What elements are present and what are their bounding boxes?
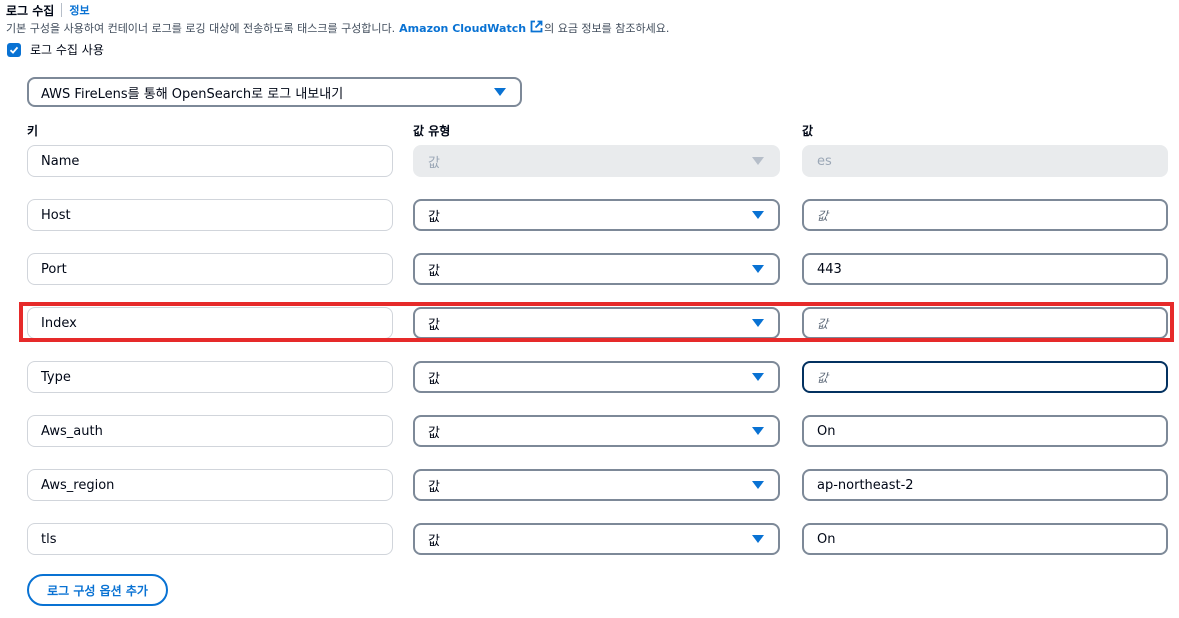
column-header-value-type: 값 유형 (413, 124, 451, 138)
log-collection-label: 로그 수집 사용 (30, 43, 104, 57)
value-type-text: 값 (428, 209, 440, 225)
value-input-port[interactable]: 443 (802, 253, 1168, 285)
value-text: On (817, 423, 836, 439)
value-placeholder: 값 (817, 316, 829, 331)
value-type-text: 값 (428, 317, 440, 333)
key-text: Aws_region (41, 477, 115, 493)
key-text: Type (41, 369, 71, 385)
value-type-select-type[interactable]: 값 (413, 361, 780, 393)
section-description: 기본 구성을 사용하여 컨테이너 로그를 로깅 대상에 전송하도록 태스크를 구… (6, 20, 669, 36)
value-type-select-aws-auth[interactable]: 값 (413, 415, 780, 447)
key-input-port[interactable]: Port (27, 253, 393, 285)
value-type-text: 값 (428, 533, 440, 549)
value-text: es (817, 153, 832, 169)
value-input-tls[interactable]: On (802, 523, 1168, 555)
log-collection-checkbox-row[interactable]: 로그 수집 사용 (7, 41, 104, 58)
value-text: ap-northeast-2 (817, 477, 914, 493)
value-type-select-tls[interactable]: 값 (413, 523, 780, 555)
caret-down-icon (752, 535, 764, 543)
caret-down-icon (752, 211, 764, 219)
value-type-text: 값 (428, 155, 440, 171)
caret-down-icon (494, 88, 506, 96)
value-text: 443 (817, 261, 842, 277)
description-prefix: 기본 구성을 사용하여 컨테이너 로그를 로깅 대상에 전송하도록 태스크를 구… (6, 22, 396, 35)
key-text: tls (41, 531, 57, 547)
column-header-value: 값 (802, 124, 814, 138)
log-collection-checkbox[interactable] (7, 42, 21, 57)
value-type-select-port[interactable]: 값 (413, 253, 780, 285)
key-text: Aws_auth (41, 423, 103, 439)
key-input-name[interactable]: Name (27, 145, 393, 177)
caret-down-icon (752, 157, 764, 165)
key-text: Host (41, 207, 71, 223)
caret-down-icon (752, 481, 764, 489)
value-type-text: 값 (428, 425, 440, 441)
caret-down-icon (752, 373, 764, 381)
value-placeholder: 값 (817, 208, 829, 223)
value-placeholder: 값 (817, 370, 829, 385)
value-input-host[interactable]: 값 (802, 199, 1168, 231)
column-header-key: 키 (27, 124, 39, 138)
value-type-select-aws-region[interactable]: 값 (413, 469, 780, 501)
value-input-aws-auth[interactable]: On (802, 415, 1168, 447)
key-input-type[interactable]: Type (27, 361, 393, 393)
description-suffix: 의 요금 정보를 참조하세요. (544, 22, 670, 35)
value-input-index[interactable]: 값 (802, 307, 1168, 339)
key-input-tls[interactable]: tls (27, 523, 393, 555)
log-destination-value: AWS FireLens를 통해 OpenSearch로 로그 내보내기 (41, 86, 344, 102)
value-input-name: es (802, 145, 1168, 177)
key-input-index[interactable]: Index (27, 307, 393, 339)
value-text: On (817, 531, 836, 547)
key-text: Port (41, 261, 67, 277)
key-input-aws-auth[interactable]: Aws_auth (27, 415, 393, 447)
section-header: 로그 수집 정보 (6, 2, 90, 18)
caret-down-icon (752, 427, 764, 435)
external-link-icon[interactable] (530, 20, 543, 36)
log-destination-select[interactable]: AWS FireLens를 통해 OpenSearch로 로그 내보내기 (27, 77, 522, 107)
caret-down-icon (752, 319, 764, 327)
value-type-text: 값 (428, 479, 440, 495)
cloudwatch-link[interactable]: Amazon CloudWatch (399, 22, 526, 35)
value-type-select-index[interactable]: 값 (413, 307, 780, 339)
value-type-select-name: 값 (413, 145, 780, 177)
check-icon (9, 46, 19, 54)
value-input-type[interactable]: 값 (802, 361, 1168, 393)
caret-down-icon (752, 265, 764, 273)
value-type-text: 값 (428, 371, 440, 387)
value-input-aws-region[interactable]: ap-northeast-2 (802, 469, 1168, 501)
section-title: 로그 수집 (6, 3, 55, 18)
key-text: Index (41, 315, 77, 331)
key-text: Name (41, 153, 80, 169)
info-link[interactable]: 정보 (69, 2, 89, 18)
add-log-config-option-button[interactable]: 로그 구성 옵션 추가 (27, 574, 168, 606)
value-type-select-host[interactable]: 값 (413, 199, 780, 231)
key-input-host[interactable]: Host (27, 199, 393, 231)
value-type-text: 값 (428, 263, 440, 279)
header-divider (61, 3, 63, 17)
key-input-aws-region[interactable]: Aws_region (27, 469, 393, 501)
